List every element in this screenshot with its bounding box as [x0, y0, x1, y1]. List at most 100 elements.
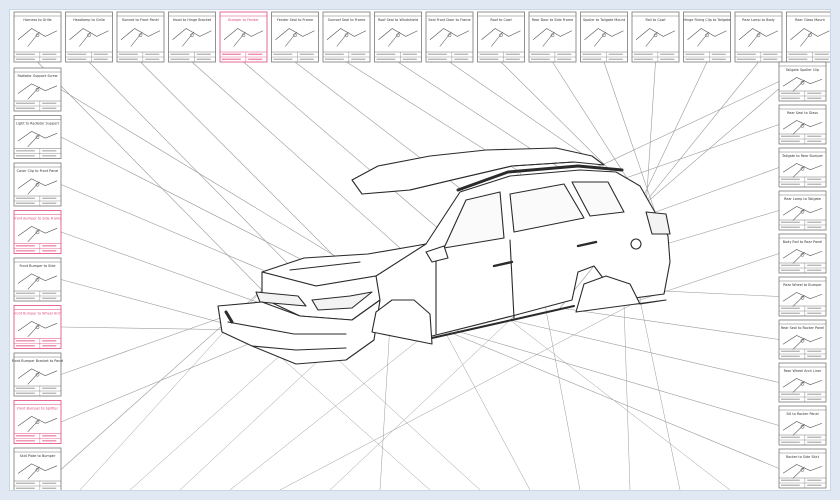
spec-line: [145, 58, 160, 60]
spec-line: [634, 53, 653, 55]
spec-line: [16, 435, 35, 437]
spec-line: [42, 53, 57, 55]
spec-line: [454, 58, 469, 60]
spec-line: [608, 58, 623, 60]
spec-line: [814, 58, 829, 60]
spec-line: [351, 53, 366, 55]
spec-line: [42, 245, 57, 247]
spec-line: [16, 440, 35, 442]
left-callout-card: Front Bumper Bracket to Panel: [12, 352, 63, 397]
spec-line: [788, 53, 808, 55]
right-callout-card: Rear Wheel Arch Liner: [778, 362, 827, 403]
spec-line: [42, 387, 57, 389]
spec-line: [42, 345, 57, 347]
spec-line: [196, 53, 211, 55]
spec-line: [16, 482, 35, 484]
spec-line: [428, 53, 447, 55]
spec-line: [737, 53, 756, 55]
spec-line: [781, 307, 800, 309]
spec-line: [781, 350, 800, 352]
spec-line: [299, 58, 314, 60]
spec-line: [16, 292, 35, 294]
spec-line: [222, 53, 241, 55]
spec-line: [807, 441, 822, 443]
spec-line: [42, 482, 57, 484]
right-callout-card: Rear Seal to Glass: [778, 104, 827, 145]
spec-line: [807, 355, 822, 357]
spec-line: [119, 58, 138, 60]
spec-line: [273, 58, 293, 60]
top-leader-line: [243, 61, 441, 231]
callout-label: Headlamp to Grille: [73, 18, 105, 22]
spec-line: [42, 292, 57, 294]
spec-line: [807, 97, 822, 99]
left-callout-card: Front Bumper to Wheel Arch: [14, 305, 61, 349]
top-leader-line: [88, 61, 301, 277]
spec-line: [781, 441, 800, 443]
spec-line: [42, 340, 57, 342]
top-callout-card: Hood to Hinge Bracket: [168, 11, 216, 63]
spec-line: [16, 155, 35, 157]
spec-line: [42, 102, 57, 104]
spec-line: [170, 58, 190, 60]
spec-line: [807, 264, 822, 266]
spec-line: [582, 58, 602, 60]
right-callout-card: Body Rail to Rear Panel: [778, 233, 827, 274]
spec-line: [16, 150, 35, 152]
spec-line: [807, 269, 822, 271]
right-callout-card: Rear Seal to Rocker Panel: [778, 319, 827, 360]
right-leader-line: [599, 81, 780, 167]
spec-line: [16, 340, 35, 342]
spec-line: [763, 53, 778, 55]
spec-line: [807, 484, 822, 486]
top-callout-card: Headlamp to Grille: [65, 11, 113, 63]
callout-label: Tailgate to Rear Bumper: [781, 154, 824, 158]
top-callout-card: Rear Glass Mount: [786, 11, 834, 63]
callout-label: Bonnet to Front Panel: [122, 18, 159, 22]
spec-line: [660, 53, 675, 55]
spec-line: [273, 53, 293, 55]
callout-label: Front Bumper to Side Frame: [14, 217, 62, 221]
spec-line: [582, 53, 602, 55]
left-callout-card: Radiator Support Screw: [13, 67, 62, 112]
right-leader-line: [559, 307, 780, 340]
spec-line: [248, 58, 263, 60]
spec-line: [807, 307, 822, 309]
top-callout-card: Spoiler to Tailgate Mount: [580, 11, 628, 63]
spec-line: [351, 58, 366, 60]
top-callout-card: Bumper to Fender: [219, 11, 268, 63]
spec-line: [788, 58, 808, 60]
spec-line: [807, 178, 822, 180]
spec-line: [807, 350, 822, 352]
callout-label: Sill to Rocker Panel: [786, 412, 818, 416]
spec-line: [16, 250, 35, 252]
spec-line: [479, 53, 499, 55]
top-callout-card: Rear Door to Side Frame: [528, 11, 577, 63]
spec-line: [781, 393, 800, 395]
spec-line: [781, 312, 800, 314]
spec-line: [42, 440, 57, 442]
spec-line: [16, 487, 35, 489]
callout-label: Rear Lamp to Tailgate: [784, 197, 821, 201]
spec-line: [781, 269, 800, 271]
callout-label: Fender Seal to Frame: [277, 18, 313, 22]
spec-line: [16, 102, 35, 104]
callout-diagram: Harness to Grille Headlamp to Grille Bonne…: [12, 11, 834, 492]
spec-line: [16, 197, 35, 199]
left-callout-card: Light to Radiator Support: [13, 115, 62, 159]
spec-line: [42, 150, 57, 152]
spec-line: [807, 393, 822, 395]
spec-line: [93, 53, 108, 55]
spec-line: [781, 135, 800, 137]
spec-line: [248, 53, 263, 55]
callout-label: Roof to Cowl: [490, 18, 511, 22]
top-callout-card: Bonnet to Front Panel: [116, 11, 165, 63]
spec-line: [608, 53, 623, 55]
spec-line: [376, 58, 396, 60]
spec-line: [505, 58, 520, 60]
spec-line: [16, 107, 35, 109]
spec-line: [711, 58, 726, 60]
spec-line: [781, 436, 800, 438]
callout-label: Tailgate Spoiler Clip: [785, 68, 819, 72]
callout-label: Harness to Grille: [23, 18, 51, 22]
